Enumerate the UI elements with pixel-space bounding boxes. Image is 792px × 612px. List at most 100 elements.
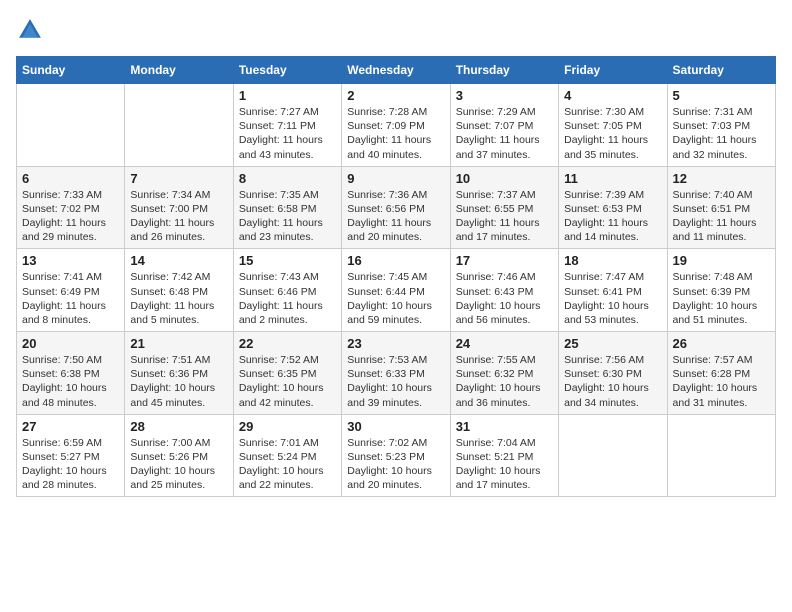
day-info: Sunrise: 7:53 AMSunset: 6:33 PMDaylight:… <box>347 353 444 410</box>
day-info: Sunrise: 7:40 AMSunset: 6:51 PMDaylight:… <box>673 188 770 245</box>
day-number: 1 <box>239 88 336 103</box>
week-row-2: 6 Sunrise: 7:33 AMSunset: 7:02 PMDaylight… <box>17 166 776 249</box>
week-row-5: 27 Sunrise: 6:59 AMSunset: 5:27 PMDayligh… <box>17 414 776 497</box>
day-number: 4 <box>564 88 661 103</box>
day-info: Sunrise: 7:57 AMSunset: 6:28 PMDaylight:… <box>673 353 770 410</box>
logo-icon <box>16 16 44 44</box>
calendar-cell: 6 Sunrise: 7:33 AMSunset: 7:02 PMDaylight… <box>17 166 125 249</box>
day-info: Sunrise: 7:02 AMSunset: 5:23 PMDaylight:… <box>347 436 444 493</box>
day-info: Sunrise: 7:41 AMSunset: 6:49 PMDaylight:… <box>22 270 119 327</box>
day-info: Sunrise: 7:39 AMSunset: 6:53 PMDaylight:… <box>564 188 661 245</box>
calendar-cell: 25 Sunrise: 7:56 AMSunset: 6:30 PMDayligh… <box>559 332 667 415</box>
calendar-cell: 17Sunrise: 7:46 AMSunset: 6:43 PMDayligh… <box>450 249 558 332</box>
calendar-cell: 29 Sunrise: 7:01 AMSunset: 5:24 PMDayligh… <box>233 414 341 497</box>
calendar-cell: 30 Sunrise: 7:02 AMSunset: 5:23 PMDayligh… <box>342 414 450 497</box>
day-info: Sunrise: 7:33 AMSunset: 7:02 PMDaylight:… <box>22 188 119 245</box>
calendar-cell: 28 Sunrise: 7:00 AMSunset: 5:26 PMDayligh… <box>125 414 233 497</box>
logo <box>16 16 48 44</box>
day-number: 9 <box>347 171 444 186</box>
col-header-sunday: Sunday <box>17 57 125 84</box>
calendar-cell: 31Sunrise: 7:04 AMSunset: 5:21 PMDayligh… <box>450 414 558 497</box>
day-number: 18 <box>564 253 661 268</box>
day-info: Sunrise: 7:50 AMSunset: 6:38 PMDaylight:… <box>22 353 119 410</box>
day-number: 21 <box>130 336 227 351</box>
day-number: 12 <box>673 171 770 186</box>
day-number: 26 <box>673 336 770 351</box>
col-header-wednesday: Wednesday <box>342 57 450 84</box>
day-info: Sunrise: 7:45 AMSunset: 6:44 PMDaylight:… <box>347 270 444 327</box>
calendar-cell: 14 Sunrise: 7:42 AMSunset: 6:48 PMDayligh… <box>125 249 233 332</box>
calendar-table: SundayMondayTuesdayWednesdayThursdayFrid… <box>16 56 776 497</box>
day-info: Sunrise: 7:56 AMSunset: 6:30 PMDaylight:… <box>564 353 661 410</box>
day-info: Sunrise: 7:29 AMSunset: 7:07 PMDaylight:… <box>456 105 553 162</box>
day-info: Sunrise: 7:36 AMSunset: 6:56 PMDaylight:… <box>347 188 444 245</box>
calendar-cell: 12 Sunrise: 7:40 AMSunset: 6:51 PMDayligh… <box>667 166 775 249</box>
calendar-cell: 8 Sunrise: 7:35 AMSunset: 6:58 PMDaylight… <box>233 166 341 249</box>
day-number: 29 <box>239 419 336 434</box>
day-number: 25 <box>564 336 661 351</box>
week-row-3: 13 Sunrise: 7:41 AMSunset: 6:49 PMDayligh… <box>17 249 776 332</box>
day-info: Sunrise: 7:27 AMSunset: 7:11 PMDaylight:… <box>239 105 336 162</box>
day-number: 19 <box>673 253 770 268</box>
calendar-cell: 19 Sunrise: 7:48 AMSunset: 6:39 PMDayligh… <box>667 249 775 332</box>
day-info: Sunrise: 7:52 AMSunset: 6:35 PMDaylight:… <box>239 353 336 410</box>
calendar-cell: 10Sunrise: 7:37 AMSunset: 6:55 PMDayligh… <box>450 166 558 249</box>
calendar-cell: 27 Sunrise: 6:59 AMSunset: 5:27 PMDayligh… <box>17 414 125 497</box>
col-header-thursday: Thursday <box>450 57 558 84</box>
calendar-cell: 1 Sunrise: 7:27 AMSunset: 7:11 PMDaylight… <box>233 84 341 167</box>
calendar-cell: 23 Sunrise: 7:53 AMSunset: 6:33 PMDayligh… <box>342 332 450 415</box>
day-info: Sunrise: 7:35 AMSunset: 6:58 PMDaylight:… <box>239 188 336 245</box>
day-info: Sunrise: 7:34 AMSunset: 7:00 PMDaylight:… <box>130 188 227 245</box>
day-info: Sunrise: 7:28 AMSunset: 7:09 PMDaylight:… <box>347 105 444 162</box>
day-number: 13 <box>22 253 119 268</box>
calendar-cell <box>17 84 125 167</box>
calendar-cell: 16Sunrise: 7:45 AMSunset: 6:44 PMDayligh… <box>342 249 450 332</box>
day-info: Sunrise: 7:55 AMSunset: 6:32 PMDaylight:… <box>456 353 553 410</box>
day-number: 7 <box>130 171 227 186</box>
day-number: 14 <box>130 253 227 268</box>
day-number: 28 <box>130 419 227 434</box>
day-info: Sunrise: 7:47 AMSunset: 6:41 PMDaylight:… <box>564 270 661 327</box>
calendar-cell: 4 Sunrise: 7:30 AMSunset: 7:05 PMDaylight… <box>559 84 667 167</box>
calendar-cell <box>125 84 233 167</box>
calendar-cell: 5 Sunrise: 7:31 AMSunset: 7:03 PMDaylight… <box>667 84 775 167</box>
week-row-4: 20Sunrise: 7:50 AMSunset: 6:38 PMDayligh… <box>17 332 776 415</box>
day-number: 24 <box>456 336 553 351</box>
day-number: 17 <box>456 253 553 268</box>
day-info: Sunrise: 7:31 AMSunset: 7:03 PMDaylight:… <box>673 105 770 162</box>
day-number: 15 <box>239 253 336 268</box>
day-number: 23 <box>347 336 444 351</box>
day-number: 2 <box>347 88 444 103</box>
day-number: 30 <box>347 419 444 434</box>
calendar-cell: 2 Sunrise: 7:28 AMSunset: 7:09 PMDaylight… <box>342 84 450 167</box>
day-info: Sunrise: 7:42 AMSunset: 6:48 PMDaylight:… <box>130 270 227 327</box>
day-info: Sunrise: 7:43 AMSunset: 6:46 PMDaylight:… <box>239 270 336 327</box>
day-number: 10 <box>456 171 553 186</box>
day-info: Sunrise: 7:30 AMSunset: 7:05 PMDaylight:… <box>564 105 661 162</box>
calendar-cell: 15 Sunrise: 7:43 AMSunset: 6:46 PMDayligh… <box>233 249 341 332</box>
calendar-cell: 20Sunrise: 7:50 AMSunset: 6:38 PMDayligh… <box>17 332 125 415</box>
page-header <box>16 16 776 44</box>
day-number: 27 <box>22 419 119 434</box>
calendar-cell: 13 Sunrise: 7:41 AMSunset: 6:49 PMDayligh… <box>17 249 125 332</box>
calendar-cell: 7 Sunrise: 7:34 AMSunset: 7:00 PMDaylight… <box>125 166 233 249</box>
calendar-cell: 22 Sunrise: 7:52 AMSunset: 6:35 PMDayligh… <box>233 332 341 415</box>
calendar-cell <box>667 414 775 497</box>
col-header-monday: Monday <box>125 57 233 84</box>
day-info: Sunrise: 7:48 AMSunset: 6:39 PMDaylight:… <box>673 270 770 327</box>
calendar-cell: 11 Sunrise: 7:39 AMSunset: 6:53 PMDayligh… <box>559 166 667 249</box>
calendar-cell <box>559 414 667 497</box>
day-info: Sunrise: 7:51 AMSunset: 6:36 PMDaylight:… <box>130 353 227 410</box>
day-number: 11 <box>564 171 661 186</box>
day-number: 22 <box>239 336 336 351</box>
calendar-cell: 24 Sunrise: 7:55 AMSunset: 6:32 PMDayligh… <box>450 332 558 415</box>
col-header-tuesday: Tuesday <box>233 57 341 84</box>
day-number: 8 <box>239 171 336 186</box>
calendar-cell: 9 Sunrise: 7:36 AMSunset: 6:56 PMDaylight… <box>342 166 450 249</box>
day-info: Sunrise: 7:00 AMSunset: 5:26 PMDaylight:… <box>130 436 227 493</box>
day-info: Sunrise: 7:01 AMSunset: 5:24 PMDaylight:… <box>239 436 336 493</box>
day-info: Sunrise: 6:59 AMSunset: 5:27 PMDaylight:… <box>22 436 119 493</box>
day-number: 5 <box>673 88 770 103</box>
day-info: Sunrise: 7:04 AMSunset: 5:21 PMDaylight:… <box>456 436 553 493</box>
day-number: 6 <box>22 171 119 186</box>
